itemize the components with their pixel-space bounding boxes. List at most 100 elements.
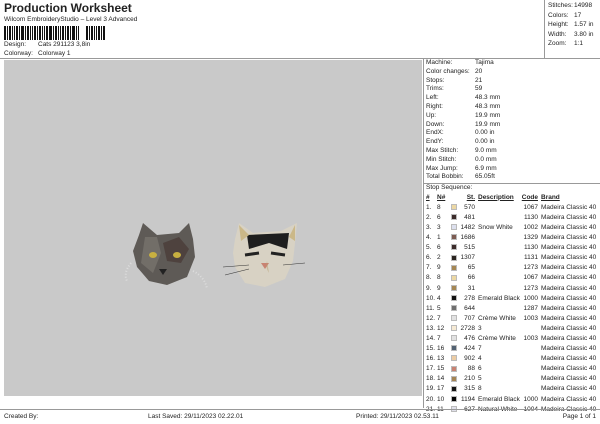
- info-label: Machine:: [426, 59, 453, 66]
- info-row: Width: 3.80 in: [548, 31, 598, 41]
- thread-description: Emerald Black: [478, 395, 520, 403]
- barcode-bar: [9, 26, 11, 40]
- info-row: Height: 1.57 in: [548, 21, 598, 31]
- colorway-row: Colorway: Colorway 1: [4, 50, 71, 57]
- stop-row: 10. 4 278 Emerald Black 1000 Madeira Classic …: [426, 293, 596, 303]
- stop-row: 4. 1 1686 1329 Madeira Classic 40: [426, 233, 596, 243]
- info-row: Up: 19.9 mm: [424, 112, 600, 121]
- info-value: 0.00 in: [475, 138, 495, 146]
- stop-index: 8.: [426, 274, 432, 282]
- stop-index: 19.: [426, 385, 436, 393]
- barcode-bar: [103, 26, 105, 40]
- thread-description: [475, 263, 521, 273]
- color-swatch: [451, 274, 457, 281]
- thread-description: Crème White: [478, 314, 516, 322]
- needle-number: 6: [437, 213, 441, 221]
- info-value: 17: [574, 11, 582, 19]
- info-label: Total Bobbin:: [426, 173, 464, 181]
- stitch-count: 476: [464, 335, 475, 343]
- info-label: Right:: [426, 102, 443, 110]
- thread-description: [475, 212, 521, 222]
- thread-code: 1003: [523, 314, 538, 322]
- color-swatch: [451, 214, 457, 221]
- color-swatch: [451, 254, 457, 261]
- color-swatch: [451, 294, 457, 301]
- info-label: Max Jump:: [426, 164, 458, 172]
- info-value: Tajima: [475, 59, 494, 66]
- stop-row: 5. 6 515 1130 Madeira Classic 40: [426, 243, 596, 253]
- stitch-count: 66: [467, 274, 475, 282]
- barcode-bar: [58, 26, 59, 40]
- barcode-bar: [53, 26, 54, 40]
- thread-code: 1287: [523, 304, 538, 312]
- thread-brand: Madeira Classic 40: [541, 324, 597, 332]
- stitch-count: 1194: [461, 395, 475, 403]
- info-label: EndX:: [426, 129, 444, 137]
- stop-row: 13. 12 2728 3 Madeira Classic 40: [426, 323, 596, 333]
- color-swatch: [451, 365, 457, 372]
- info-row: Machine: Tajima: [424, 59, 600, 68]
- stitch-count: 515: [464, 244, 475, 252]
- barcode-bar: [72, 26, 75, 40]
- stop-row: 16. 13 902 4 Madeira Classic 40: [426, 354, 596, 364]
- thread-code: [521, 344, 538, 354]
- barcode-bar: [19, 26, 20, 40]
- stop-index: 3.: [426, 223, 432, 231]
- stitch-count: 31: [467, 284, 475, 292]
- color-swatch: [451, 305, 457, 312]
- info-value: 6.9 mm: [475, 164, 497, 172]
- info-value: 48.3 mm: [475, 94, 501, 102]
- info-row: Left: 48.3 mm: [424, 94, 600, 103]
- stop-index: 2.: [426, 213, 432, 221]
- needle-number: 1: [437, 234, 441, 242]
- color-swatch: [451, 204, 457, 211]
- barcode-bar: [91, 26, 93, 40]
- stop-index: 10.: [426, 294, 436, 302]
- col-needle: N#: [437, 193, 446, 201]
- page-title: Production Worksheet: [4, 1, 132, 15]
- thread-description: Emerald Black: [478, 294, 520, 302]
- barcode-bar: [32, 26, 33, 40]
- info-value: 19.9 mm: [475, 120, 501, 128]
- info-row: Colors: 17: [548, 12, 598, 22]
- thread-code: [521, 354, 538, 364]
- cat-right: [222, 223, 306, 287]
- color-swatch: [451, 224, 457, 231]
- stop-row: 14. 7 476 Crème White 1003 Madeira Classic 40: [426, 333, 596, 343]
- thread-description: [475, 202, 521, 212]
- stop-row: 8. 8 66 1067 Madeira Classic 40: [426, 273, 596, 283]
- thread-description: [475, 273, 521, 283]
- barcode-bar: [39, 26, 41, 40]
- thread-description: 3: [478, 324, 482, 332]
- stop-row: 12. 7 707 Crème White 1003 Madeira Classic 40: [426, 313, 596, 323]
- stop-row: 6. 2 1307 1131 Madeira Classic 40: [426, 253, 596, 263]
- info-label: EndY:: [426, 138, 444, 146]
- stitch-count: 481: [464, 213, 475, 221]
- info-label: Min Stitch:: [426, 155, 457, 163]
- barcode-bar: [25, 26, 26, 40]
- stop-row: 1. 8 570 1067 Madeira Classic 40: [426, 202, 596, 212]
- thread-code: 1130: [524, 213, 538, 221]
- thread-description: [475, 303, 521, 313]
- design-label: Design:: [4, 41, 27, 48]
- worksheet-header: Production Worksheet Wilcom EmbroiderySt…: [0, 0, 600, 59]
- stitch-info-panel: Machine: Tajima Color changes: 20 Stops: 21 Tr…: [423, 59, 600, 413]
- last-saved: Last Saved: 29/11/2023 02.22.01: [148, 413, 244, 420]
- barcode-bar: [55, 26, 57, 40]
- col-stitches: St.: [466, 193, 475, 201]
- info-value: 48.3 mm: [475, 102, 501, 110]
- thread-brand: Madeira Classic 40: [541, 234, 597, 242]
- info-row: Color changes: 20: [424, 68, 600, 77]
- needle-number: 5: [437, 304, 441, 312]
- stitch-count: 570: [464, 203, 475, 211]
- color-swatch: [451, 315, 457, 322]
- color-swatch: [451, 375, 457, 382]
- needle-number: 13: [437, 355, 445, 363]
- barcode-bar: [34, 26, 36, 40]
- thread-code: [521, 323, 538, 333]
- thread-description: 8: [478, 385, 482, 393]
- info-label: Color changes:: [426, 67, 470, 75]
- stop-row: 20. 10 1194 Emerald Black 1000 Madeira Classi…: [426, 394, 596, 404]
- thread-code: 1000: [523, 395, 538, 403]
- barcode-bar: [96, 26, 97, 40]
